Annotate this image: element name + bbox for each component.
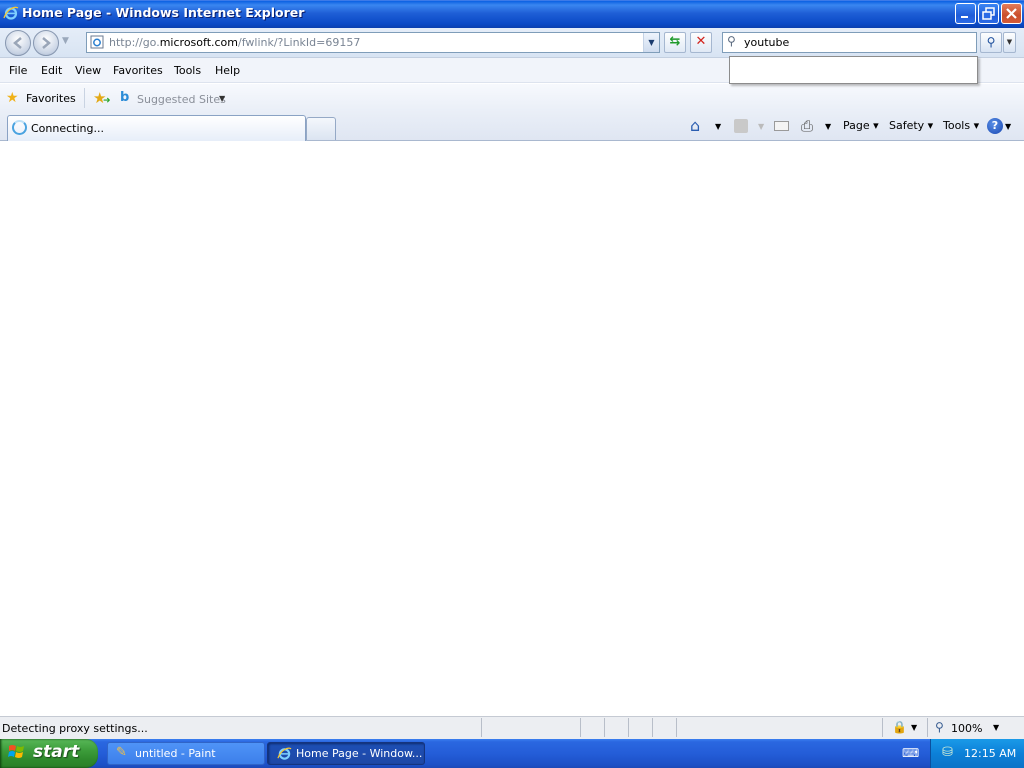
- address-url[interactable]: http://go.microsoft.com/fwlink/?LinkId=6…: [109, 36, 360, 49]
- status-divider: [676, 718, 677, 737]
- search-suggestions-popup[interactable]: [729, 56, 978, 84]
- tools-menu-button[interactable]: Tools ▾: [943, 119, 979, 132]
- status-bar: [0, 716, 1024, 739]
- loading-spinner-icon: [12, 120, 27, 135]
- add-arrow-icon: ➜: [103, 96, 111, 106]
- back-button[interactable]: [5, 30, 31, 56]
- favorites-star-icon[interactable]: ★: [6, 90, 19, 106]
- mail-icon[interactable]: [774, 121, 789, 131]
- tools-menu-label: Tools: [943, 119, 971, 132]
- favorites-button[interactable]: Favorites: [26, 92, 76, 105]
- help-icon[interactable]: ?: [987, 118, 1003, 134]
- address-dropdown-button[interactable]: ▼: [643, 33, 659, 52]
- close-button[interactable]: [1001, 3, 1022, 24]
- menu-view[interactable]: View: [75, 64, 101, 77]
- windows-logo-icon: [8, 745, 24, 758]
- internet-explorer-icon: [277, 747, 292, 760]
- status-divider: [927, 718, 928, 737]
- forward-arrow-icon: [42, 37, 51, 49]
- divider: [84, 88, 85, 108]
- page-content[interactable]: [0, 141, 1024, 716]
- minimize-icon: [961, 16, 968, 18]
- menu-edit[interactable]: Edit: [41, 64, 62, 77]
- bing-icon: b: [120, 90, 130, 105]
- refresh-button[interactable]: ⇆: [664, 32, 686, 53]
- forward-button[interactable]: [33, 30, 59, 56]
- zoom-dropdown[interactable]: ▼: [993, 723, 999, 732]
- search-icon: ⚲: [986, 35, 996, 49]
- stop-icon: ✕: [695, 34, 707, 49]
- home-icon[interactable]: ⌂: [690, 116, 700, 135]
- taskbar-item-label: Home Page - Window...: [296, 747, 423, 760]
- restore-button[interactable]: [978, 3, 999, 24]
- help-dropdown[interactable]: ▼: [1005, 122, 1011, 131]
- status-divider: [628, 718, 629, 737]
- menu-favorites[interactable]: Favorites: [113, 64, 163, 77]
- minimize-button[interactable]: [955, 3, 976, 24]
- url-path: /fwlink/?LinkId=69157: [238, 36, 361, 49]
- chevron-down-icon[interactable]: ▼: [219, 94, 225, 103]
- safety-menu-button[interactable]: Safety ▾: [889, 119, 933, 132]
- status-divider: [604, 718, 605, 737]
- status-divider: [481, 718, 482, 737]
- taskbar-item-label: untitled - Paint: [135, 747, 216, 760]
- clock[interactable]: 12:15 AM: [964, 747, 1016, 760]
- url-prefix: http://go.: [109, 36, 160, 49]
- restore-icon: [982, 7, 995, 20]
- home-dropdown[interactable]: ▼: [715, 122, 721, 131]
- print-icon[interactable]: ⎙: [801, 117, 813, 135]
- suggested-sites-button[interactable]: Suggested Sites: [137, 93, 226, 106]
- close-icon: [1006, 8, 1017, 19]
- back-arrow-icon: [13, 37, 22, 49]
- menu-tools[interactable]: Tools: [174, 64, 201, 77]
- status-text: Detecting proxy settings...: [2, 722, 148, 735]
- status-divider: [882, 718, 883, 737]
- refresh-icon: ⇆: [669, 34, 681, 49]
- tab-title: Connecting...: [31, 122, 104, 135]
- internet-explorer-icon: [3, 6, 19, 20]
- print-dropdown[interactable]: ▼: [825, 122, 831, 131]
- url-domain: microsoft.com: [159, 36, 238, 49]
- search-options-dropdown[interactable]: ▼: [1003, 32, 1016, 53]
- search-query[interactable]: youtube: [744, 36, 789, 49]
- paint-icon: ✎: [116, 745, 127, 760]
- window-title: Home Page - Windows Internet Explorer: [22, 5, 305, 20]
- zoom-icon[interactable]: ⚲: [935, 720, 944, 734]
- stop-button[interactable]: ✕: [690, 32, 712, 53]
- recent-pages-dropdown[interactable]: ▼: [62, 36, 69, 46]
- security-dropdown[interactable]: ▼: [911, 723, 917, 732]
- keyboard-icon[interactable]: ⌨: [902, 746, 919, 760]
- feeds-dropdown: ▼: [758, 122, 765, 131]
- start-label: start: [33, 742, 80, 762]
- menu-help[interactable]: Help: [215, 64, 240, 77]
- zoom-level[interactable]: 100%: [951, 722, 982, 735]
- network-icon[interactable]: ⛁: [942, 745, 953, 760]
- page-menu-button[interactable]: Page ▾: [843, 119, 879, 132]
- safety-menu-label: Safety: [889, 119, 925, 132]
- protected-mode-icon[interactable]: 🔒: [892, 720, 907, 734]
- search-button[interactable]: ⚲: [980, 32, 1002, 53]
- feeds-icon[interactable]: [734, 119, 748, 133]
- page-icon: [90, 35, 104, 49]
- new-tab-button[interactable]: [306, 117, 336, 140]
- page-menu-label: Page: [843, 119, 870, 132]
- search-provider-icon: ⚲: [727, 34, 736, 48]
- status-divider: [652, 718, 653, 737]
- status-divider: [580, 718, 581, 737]
- menu-file[interactable]: File: [9, 64, 27, 77]
